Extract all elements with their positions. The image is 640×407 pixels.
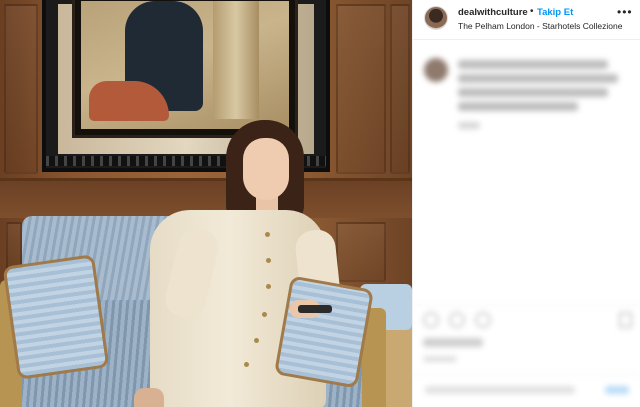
location-link[interactable]: The Pelham London - Starhotels Collezion… [458,21,622,31]
post-header: dealwithculture • Takip Et The Pelham Lo… [413,0,640,40]
caption-line [458,74,618,83]
floor [386,330,412,407]
throw-pillow [2,254,110,380]
caption-avatar [424,58,448,82]
wall-panel [336,4,386,174]
caption-line [458,88,608,97]
username-link[interactable]: dealwithculture [458,7,528,18]
dress-button [266,258,271,263]
throw-pillow [273,275,375,389]
dress-button [266,284,271,289]
separator-dot: • [530,6,534,17]
dress-button [265,232,270,237]
phone [298,305,332,313]
caption-line [458,102,578,111]
caption-line [458,60,608,69]
divider [413,304,640,305]
caption-time [458,122,480,129]
dress-button [254,338,259,343]
post-date [423,356,457,362]
bookmark-icon[interactable] [619,312,632,328]
dress-button [244,362,249,367]
person-leg [134,388,164,407]
painted-column [213,1,259,119]
post-comment-button[interactable] [605,386,629,394]
painting-canvas [81,1,289,129]
wall-panel [4,4,38,174]
post-side-panel: dealwithculture • Takip Et The Pelham Lo… [412,0,640,407]
post-photo[interactable] [0,0,412,407]
wall-panel [390,4,410,174]
comment-input[interactable] [425,386,575,394]
more-options-icon[interactable]: ••• [617,5,633,19]
dress-button [262,312,267,317]
share-icon[interactable] [475,312,491,328]
wall-painting [72,0,298,138]
comment-icon[interactable] [449,312,465,328]
wall-panel [336,222,386,282]
person-face [243,138,289,200]
avatar[interactable] [424,6,448,30]
heart-icon[interactable] [423,312,439,328]
follow-button[interactable]: Takip Et [537,7,573,18]
likes-count [423,338,483,347]
divider [413,374,640,375]
